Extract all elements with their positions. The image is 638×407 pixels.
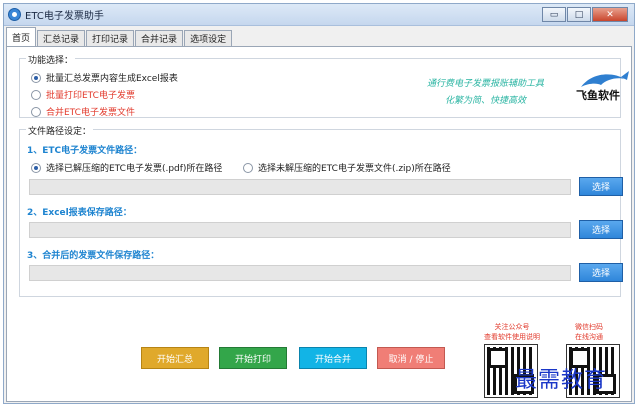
qr-left-caption-line-1: 关注公众号 <box>494 323 530 331</box>
option-summary-excel-label: 批量汇总发票内容生成Excel报表 <box>46 74 178 84</box>
window-controls: ▭ □ ✕ <box>541 7 628 22</box>
qr-right-caption-line-2: 在线沟通 <box>575 333 603 341</box>
minimize-button[interactable]: ▭ <box>542 7 566 22</box>
start-print-button[interactable]: 开始打印 <box>219 347 287 369</box>
path-settings-title: 文件路径设定： <box>26 124 94 137</box>
radio-merge-files[interactable] <box>31 106 41 117</box>
slogan-line-1: 通行费电子发票报账辅助工具 <box>427 79 545 89</box>
watermark-text: 最需教育 <box>515 368 608 393</box>
option-merge-files[interactable]: 合并ETC电子发票文件 <box>31 105 135 118</box>
option-pdf-path-label: 选择已解压缩的ETC电子发票(.pdf)所在路径 <box>46 164 223 174</box>
app-window: ETC电子发票助手 ▭ □ ✕ 首页 汇总记录 打印记录 合并记录 选项设定 功… <box>3 3 635 404</box>
tab-merge-records[interactable]: 合并记录 <box>135 30 184 46</box>
option-zip-path-label: 选择未解压缩的ETC电子发票文件(.zip)所在路径 <box>258 164 451 174</box>
tab-options[interactable]: 选项设定 <box>184 30 233 46</box>
etc-path-title: 1、ETC电子发票文件路径： <box>27 146 143 156</box>
home-panel: 功能选择： 批量汇总发票内容生成Excel报表 批量打印ETC电子发票 合并ET… <box>6 46 632 402</box>
radio-batch-print[interactable] <box>31 89 41 100</box>
radio-zip-path[interactable] <box>243 162 253 173</box>
tab-summary-records[interactable]: 汇总记录 <box>37 30 86 46</box>
tab-bar: 首页 汇总记录 打印记录 合并记录 选项设定 <box>4 26 634 46</box>
qr-left-caption: 关注公众号 查看软件使用说明 <box>477 322 547 342</box>
radio-pdf-path[interactable] <box>31 162 41 173</box>
merge-path-choose-button[interactable]: 选择 <box>579 263 623 282</box>
slogan-line-2: 化繁为简、快捷高效 <box>445 96 527 106</box>
tab-home[interactable]: 首页 <box>6 27 37 46</box>
excel-path-field[interactable] <box>29 222 571 238</box>
start-summary-button[interactable]: 开始汇总 <box>141 347 209 369</box>
brand-name: 飞鱼软件 <box>576 89 620 102</box>
qr-right-caption: 微信扫码 在线沟通 <box>559 322 619 342</box>
option-batch-print-label: 批量打印ETC电子发票 <box>46 91 135 101</box>
maximize-icon: □ <box>574 9 584 20</box>
window-title: ETC电子发票助手 <box>25 11 104 22</box>
cancel-stop-button[interactable]: 取消 / 停止 <box>377 347 445 369</box>
minimize-icon: ▭ <box>549 9 559 20</box>
close-button[interactable]: ✕ <box>592 7 628 22</box>
qr-right-caption-line-1: 微信扫码 <box>575 323 603 331</box>
function-select-title: 功能选择： <box>26 53 76 66</box>
radio-summary-excel[interactable] <box>31 72 41 83</box>
excel-path-choose-button[interactable]: 选择 <box>579 220 623 239</box>
option-pdf-path[interactable]: 选择已解压缩的ETC电子发票(.pdf)所在路径 <box>31 161 222 174</box>
merge-path-field[interactable] <box>29 265 571 281</box>
start-merge-button[interactable]: 开始合并 <box>299 347 367 369</box>
option-batch-print[interactable]: 批量打印ETC电子发票 <box>31 88 135 101</box>
tab-print-records[interactable]: 打印记录 <box>86 30 135 46</box>
qr-left-caption-line-2: 查看软件使用说明 <box>484 333 540 341</box>
app-logo-icon <box>8 8 21 21</box>
option-merge-files-label: 合并ETC电子发票文件 <box>46 108 135 118</box>
etc-path-field[interactable] <box>29 179 571 195</box>
etc-path-choose-button[interactable]: 选择 <box>579 177 623 196</box>
maximize-button[interactable]: □ <box>567 7 591 22</box>
option-zip-path[interactable]: 选择未解压缩的ETC电子发票文件(.zip)所在路径 <box>243 161 451 174</box>
option-summary-excel[interactable]: 批量汇总发票内容生成Excel报表 <box>31 71 178 84</box>
excel-path-title: 2、Excel报表保存路径： <box>27 208 132 218</box>
title-bar: ETC电子发票助手 ▭ □ ✕ <box>4 4 634 26</box>
merge-path-title: 3、合并后的发票文件保存路径： <box>27 251 160 261</box>
close-icon: ✕ <box>606 9 614 20</box>
